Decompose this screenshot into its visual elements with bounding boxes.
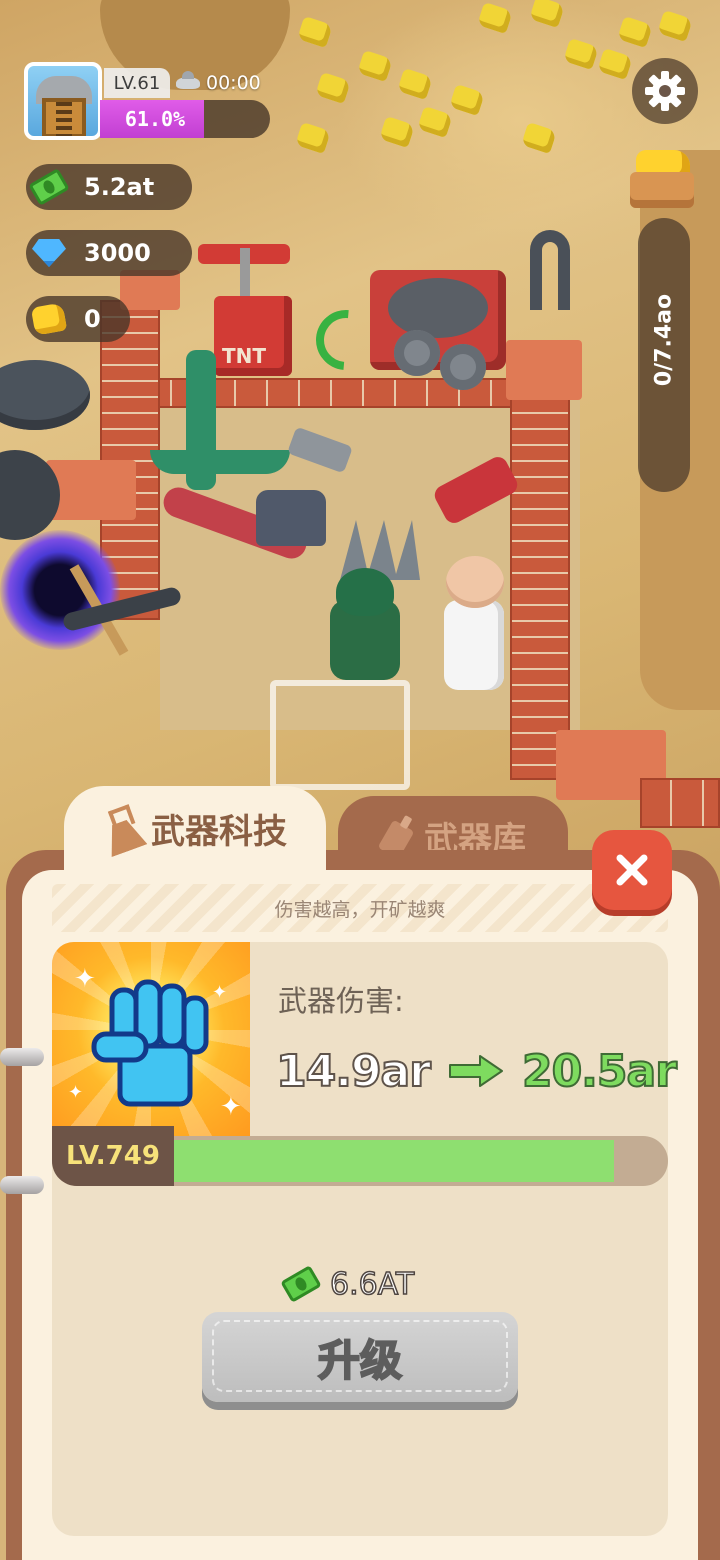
- gold-nugget-icon: [30, 302, 68, 336]
- gem-counter[interactable]: 3000: [26, 230, 192, 276]
- iron-weapon: [256, 490, 326, 546]
- damage-current: 14.9ar: [275, 1045, 432, 1098]
- black-hole-portal[interactable]: [0, 530, 120, 650]
- cash-icon: [280, 1265, 322, 1303]
- level-bar-fill: [174, 1140, 614, 1182]
- gold-nugget: [597, 47, 633, 81]
- mine-level: LV.61: [104, 68, 170, 98]
- ufo-machine[interactable]: [0, 360, 90, 430]
- upgrade-cost: 6.6AT: [280, 1262, 415, 1306]
- settings-button[interactable]: [632, 58, 698, 124]
- scientist-character: [444, 600, 504, 690]
- gold-nugget: [657, 9, 693, 43]
- gold-nugget: [449, 83, 485, 117]
- floor-marker: [270, 680, 410, 790]
- timer-value: 00:00: [206, 72, 261, 94]
- gold-value: 0: [84, 305, 101, 333]
- damage-stat-row: 14.9ar 20.5ar: [275, 1036, 678, 1106]
- brick-wall-front: [640, 778, 720, 828]
- sparkle-icon: ✦: [212, 982, 228, 1003]
- ufo-icon: [176, 71, 200, 89]
- gear-icon: [645, 71, 685, 111]
- scientist-head: [446, 556, 504, 608]
- close-button[interactable]: [592, 830, 672, 910]
- cash-value: 5.2at: [84, 173, 155, 201]
- gold-counter[interactable]: 0: [26, 296, 130, 342]
- brick-pillar: [120, 270, 180, 310]
- tnt-label: TNT: [222, 344, 267, 368]
- event-timer: 00:00: [176, 68, 261, 98]
- cash-icon: [28, 168, 70, 206]
- close-icon: [616, 854, 648, 886]
- brick-pillar: [506, 340, 582, 400]
- brick-wall-right: [510, 360, 570, 780]
- gold-crate-button[interactable]: [626, 146, 698, 210]
- gear-decor: [440, 344, 486, 390]
- miner-hat: [336, 568, 394, 616]
- gold-nugget: [297, 15, 333, 49]
- gear-decor: [394, 330, 440, 376]
- damage-next: 20.5ar: [521, 1045, 678, 1098]
- upgrade-label: 升级: [317, 1335, 403, 1386]
- diamond-icon: [32, 239, 66, 267]
- weapon-level: LV.749: [52, 1126, 174, 1186]
- gold-nugget: [357, 49, 393, 83]
- arrow-right-icon: [448, 1055, 503, 1087]
- gem-value: 3000: [84, 239, 151, 267]
- upgrade-button[interactable]: 升级: [202, 1312, 518, 1402]
- crate-box: [630, 172, 694, 208]
- gold-nugget: [417, 105, 453, 139]
- weapon-tile: ✦ ✦ ✦ ✦: [52, 942, 250, 1138]
- capacity-text: 0/7.4ao: [651, 293, 677, 387]
- flask-icon: [97, 803, 148, 857]
- gold-nugget: [529, 0, 565, 29]
- sparkle-icon: ✦: [220, 1092, 242, 1122]
- panel-subtitle: 伤害越高，开矿越爽: [274, 898, 446, 921]
- gold-nugget: [295, 121, 331, 155]
- stat-label: 武器伤害:: [278, 984, 404, 1018]
- sparkle-icon: ✦: [68, 1082, 84, 1103]
- fist-icon: [91, 979, 209, 1107]
- machine-pipe: [530, 230, 570, 310]
- gold-nugget: [379, 115, 415, 149]
- tab-weapon-tech-label: 武器科技: [151, 812, 287, 852]
- gold-nugget: [521, 121, 557, 155]
- gold-nugget: [397, 67, 433, 101]
- gold-nugget: [563, 37, 599, 71]
- mine-progress-text: 61.0%: [124, 107, 186, 131]
- anchor-arm: [150, 450, 290, 474]
- gold-nugget: [617, 15, 653, 49]
- machine-dish: [388, 278, 488, 338]
- binder-ring: [0, 1048, 44, 1066]
- cost-value: 6.6AT: [329, 1266, 415, 1303]
- mine-entrance-icon[interactable]: [24, 62, 102, 140]
- cash-counter[interactable]: 5.2at: [26, 164, 192, 210]
- gold-nugget: [477, 1, 513, 35]
- binder-ring: [0, 1176, 44, 1194]
- gold-nugget: [315, 71, 351, 105]
- tnt-plunger: [240, 248, 250, 298]
